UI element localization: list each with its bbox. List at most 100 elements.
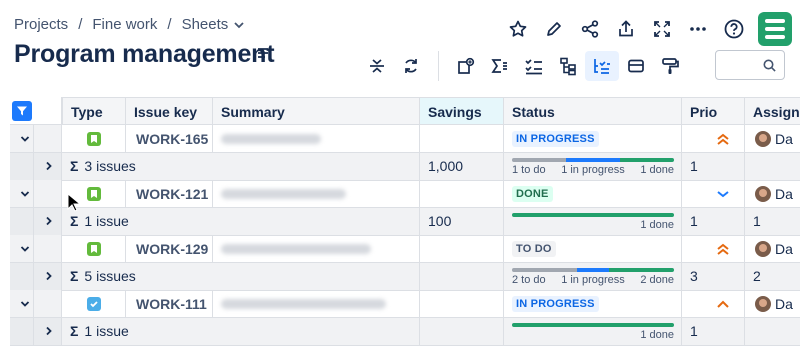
chevron-down-icon[interactable] bbox=[20, 189, 30, 199]
sigma-icon: Σ bbox=[70, 213, 79, 229]
hierarchy-icon[interactable] bbox=[551, 51, 585, 81]
status-badge[interactable]: TO DO bbox=[512, 240, 556, 257]
search-field[interactable] bbox=[715, 50, 785, 80]
assignee-cell[interactable]: Da bbox=[745, 180, 800, 208]
row-gutter[interactable] bbox=[10, 125, 34, 153]
assignee-cell[interactable]: Da bbox=[745, 290, 800, 318]
card-view-icon[interactable] bbox=[619, 51, 653, 81]
breadcrumb-fine-work[interactable]: Fine work bbox=[92, 16, 157, 33]
chevron-down-icon[interactable] bbox=[20, 244, 30, 254]
issue-key-cell[interactable]: WORK-111 bbox=[126, 290, 213, 318]
priority-count: 1 bbox=[690, 213, 698, 229]
app-logo-icon[interactable] bbox=[758, 12, 792, 46]
savings-cell[interactable] bbox=[420, 290, 504, 318]
chevron-down-icon[interactable] bbox=[20, 134, 30, 144]
checklist-icon[interactable] bbox=[517, 51, 551, 81]
grid-header: Type Issue key Summary Savings Status Pr… bbox=[10, 97, 800, 125]
row-gutter[interactable] bbox=[34, 262, 62, 291]
summary-cell[interactable] bbox=[213, 180, 420, 208]
column-header-prio[interactable]: Prio bbox=[682, 97, 745, 125]
summary-cell[interactable] bbox=[213, 290, 420, 318]
status-badge[interactable]: DONE bbox=[512, 185, 553, 202]
issue-key-cell[interactable]: WORK-129 bbox=[126, 235, 213, 263]
row-gutter[interactable] bbox=[34, 317, 62, 346]
type-cell bbox=[62, 290, 126, 318]
column-header-assignee[interactable]: Assignee bbox=[745, 97, 800, 125]
table-summary-row[interactable]: Σ 3 issues 1,000 1 to do 1 in progress 1 done… bbox=[10, 152, 800, 181]
column-header-summary[interactable]: Summary bbox=[213, 97, 420, 125]
edit-icon[interactable] bbox=[536, 15, 572, 43]
issue-key[interactable]: WORK-121 bbox=[126, 186, 208, 202]
format-painter-icon[interactable] bbox=[653, 51, 687, 81]
assignee-cell[interactable]: Da bbox=[745, 235, 800, 263]
table-row[interactable]: WORK-111 IN PROGRESS Da bbox=[10, 290, 800, 318]
story-icon bbox=[86, 186, 101, 201]
fullscreen-icon[interactable] bbox=[644, 15, 680, 43]
column-header-type[interactable]: Type bbox=[62, 97, 126, 125]
chevron-right-icon[interactable] bbox=[44, 326, 54, 336]
status-badge[interactable]: IN PROGRESS bbox=[512, 130, 599, 147]
priority-cell[interactable] bbox=[682, 235, 745, 263]
chevron-right-icon[interactable] bbox=[44, 271, 54, 281]
priority-cell[interactable] bbox=[682, 290, 745, 318]
status-cell[interactable]: IN PROGRESS bbox=[504, 125, 682, 153]
row-gutter[interactable] bbox=[10, 180, 34, 208]
help-icon[interactable] bbox=[716, 15, 752, 43]
sum-icon[interactable] bbox=[483, 51, 517, 81]
status-cell[interactable]: DONE bbox=[504, 180, 682, 208]
row-gutter[interactable] bbox=[34, 207, 62, 236]
issue-key-cell[interactable]: WORK-121 bbox=[126, 180, 213, 208]
chevron-down-icon[interactable] bbox=[234, 20, 244, 30]
breadcrumb-projects[interactable]: Projects bbox=[14, 16, 68, 33]
summary-cell[interactable] bbox=[213, 125, 420, 153]
column-header-savings[interactable]: Savings bbox=[420, 97, 504, 125]
summary-cell[interactable] bbox=[213, 235, 420, 263]
avatar bbox=[755, 130, 771, 147]
issue-key-cell[interactable]: WORK-165 bbox=[126, 125, 213, 153]
row-gutter[interactable] bbox=[34, 152, 62, 181]
status-badge[interactable]: IN PROGRESS bbox=[512, 295, 599, 312]
savings-cell[interactable] bbox=[420, 180, 504, 208]
add-structure-icon[interactable] bbox=[449, 51, 483, 81]
status-cell[interactable]: IN PROGRESS bbox=[504, 290, 682, 318]
title-menu-icon[interactable] bbox=[256, 46, 270, 60]
export-icon[interactable] bbox=[608, 15, 644, 43]
share-icon[interactable] bbox=[572, 15, 608, 43]
priority-count: 3 bbox=[690, 268, 698, 284]
breadcrumb-sheets[interactable]: Sheets bbox=[182, 16, 229, 33]
savings-cell[interactable] bbox=[420, 125, 504, 153]
search-icon[interactable] bbox=[763, 59, 776, 77]
column-header-status[interactable]: Status bbox=[504, 97, 682, 125]
column-header-issue-key[interactable]: Issue key bbox=[126, 97, 213, 125]
more-icon[interactable] bbox=[680, 15, 716, 43]
priority-cell[interactable] bbox=[682, 125, 745, 153]
assignee-cell[interactable]: Da bbox=[745, 125, 800, 153]
search-input[interactable] bbox=[722, 51, 762, 77]
row-gutter[interactable] bbox=[10, 290, 34, 318]
table-summary-row[interactable]: Σ 1 issue 100 1 done 1 1 bbox=[10, 207, 800, 236]
group-icon[interactable] bbox=[585, 51, 619, 81]
table-row[interactable]: WORK-129 TO DO Da bbox=[10, 235, 800, 263]
chevron-down-icon[interactable] bbox=[20, 299, 30, 309]
assignee-name: Da bbox=[775, 185, 793, 202]
issue-key[interactable]: WORK-129 bbox=[126, 241, 208, 257]
summary-redacted bbox=[221, 188, 346, 199]
row-gutter[interactable] bbox=[10, 235, 34, 263]
status-cell[interactable]: TO DO bbox=[504, 235, 682, 263]
table-row[interactable]: WORK-165 IN PROGRESS Da bbox=[10, 125, 800, 153]
row-gutter bbox=[10, 152, 34, 181]
table-summary-row[interactable]: Σ 1 issue 1 done 1 bbox=[10, 317, 800, 346]
table-row[interactable]: WORK-121 DONE Da bbox=[10, 180, 800, 208]
table-summary-row[interactable]: Σ 5 issues 2 to do 1 in progress 2 done 3 2 bbox=[10, 262, 800, 291]
priority-cell[interactable] bbox=[682, 180, 745, 208]
filter-icon[interactable] bbox=[12, 101, 32, 121]
refresh-icon[interactable] bbox=[394, 51, 428, 81]
status-progress-cell: 2 to do 1 in progress 2 done bbox=[504, 262, 682, 291]
chevron-right-icon[interactable] bbox=[44, 161, 54, 171]
chevron-right-icon[interactable] bbox=[44, 216, 54, 226]
issue-key[interactable]: WORK-165 bbox=[126, 131, 208, 147]
savings-cell[interactable] bbox=[420, 235, 504, 263]
collapse-rows-icon[interactable] bbox=[360, 51, 394, 81]
star-icon[interactable] bbox=[500, 15, 536, 43]
issue-key[interactable]: WORK-111 bbox=[126, 296, 207, 312]
